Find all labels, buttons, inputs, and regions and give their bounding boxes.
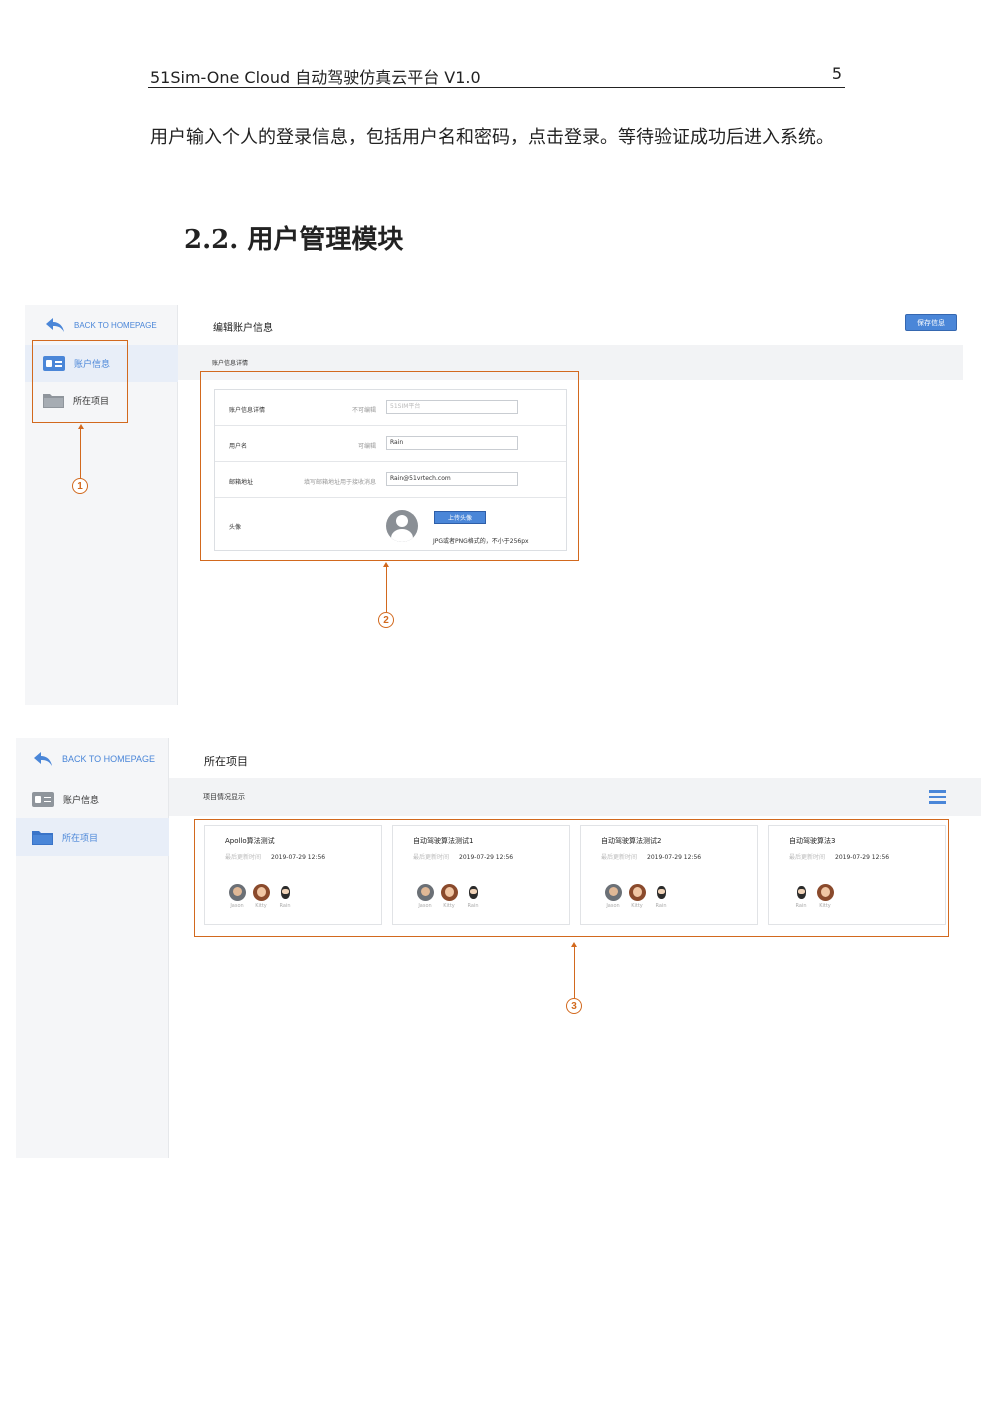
subheader-label: 账户信息详情 [212, 360, 249, 367]
save-info-button[interactable]: 保存信息 [905, 314, 957, 331]
sidebar-item-projects[interactable]: 所在项目 [16, 818, 169, 856]
body-paragraph: 用户输入个人的登录信息，包括用户名和密码，点击登录。等待验证成功后进入系统。 [150, 127, 834, 148]
back-arrow-icon [34, 752, 52, 766]
annotation-line-1 [80, 428, 81, 478]
sidebar-item-label: 账户信息 [63, 795, 100, 806]
sidebar: BACK TO HOMEPAGE 账户信息 所在项目 [16, 738, 169, 1158]
projects-screenshot: BACK TO HOMEPAGE 账户信息 所在项目 所在项目 项目情况显示 A… [16, 738, 981, 1158]
annotation-number-2: 2 [378, 612, 394, 628]
back-to-homepage-label: BACK TO HOMEPAGE [74, 320, 157, 330]
annotation-line-2 [386, 566, 387, 612]
menu-icon[interactable] [929, 790, 946, 804]
page-number: 5 [831, 64, 842, 83]
annotation-box-3 [194, 819, 949, 937]
subheader-bar: 项目情况显示 [169, 778, 981, 816]
annotation-line-3 [574, 946, 575, 998]
sidebar-item-account-info[interactable]: 账户信息 [16, 780, 169, 818]
subheader-label: 项目情况显示 [203, 793, 245, 801]
annotation-box-2 [200, 371, 579, 561]
page-title: 编辑账户信息 [213, 323, 273, 334]
back-to-homepage-label: BACK TO HOMEPAGE [62, 754, 156, 764]
document-title: 51Sim-One Cloud 自动驾驶仿真云平台 V1.0 [150, 68, 481, 87]
page-title: 所在项目 [204, 755, 248, 768]
sidebar-item-label: 所在项目 [62, 833, 99, 844]
folder-icon [32, 830, 53, 845]
annotation-number-3: 3 [566, 998, 582, 1014]
back-to-homepage-link[interactable]: BACK TO HOMEPAGE [33, 751, 155, 767]
annotation-number-1: 1 [72, 478, 88, 494]
annotation-box-1 [32, 340, 128, 423]
document-header: 51Sim-One Cloud 自动驾驶仿真云平台 V1.0 5 [148, 62, 845, 88]
annotation-arrow-1 [78, 424, 84, 429]
back-arrow-icon [46, 318, 64, 332]
section-title: 2.2. 用户管理模块 [184, 225, 404, 255]
back-to-homepage-link[interactable]: BACK TO HOMEPAGE [45, 317, 157, 333]
id-card-icon [32, 791, 54, 807]
